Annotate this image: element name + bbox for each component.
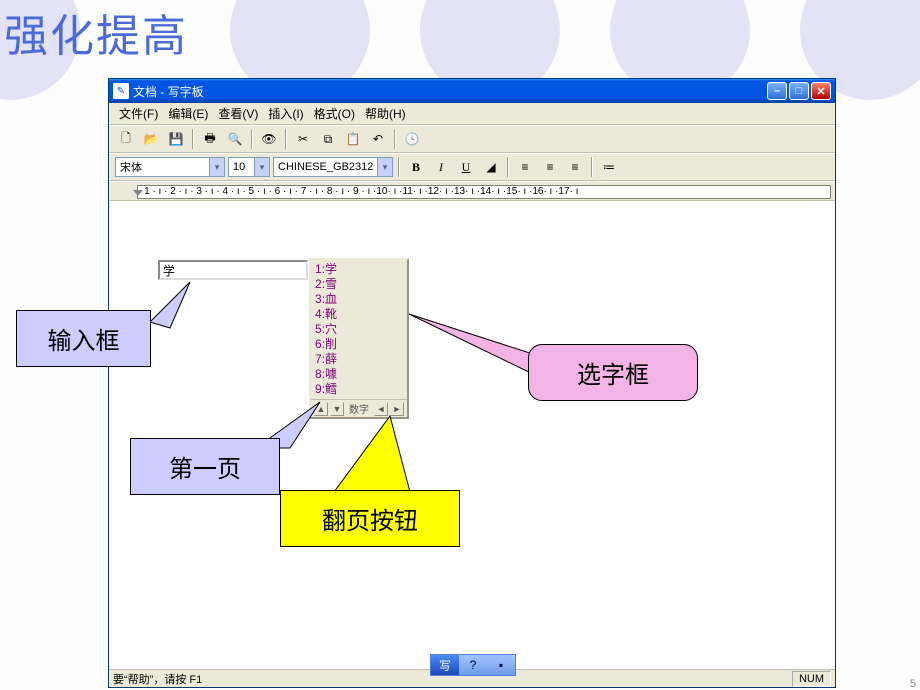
menu-edit[interactable]: 编辑(E) — [164, 103, 212, 124]
app-icon: ✎ — [113, 83, 129, 99]
italic-button[interactable]: I — [430, 156, 452, 178]
slide-number: 5 — [910, 678, 916, 690]
ruler-scale: · 1 · ı · 2 · ı · 3 · ı · 4 · ı · 5 · ı … — [137, 185, 831, 199]
status-help: 要“帮助”，请按 F1 — [113, 671, 202, 687]
menu-format[interactable]: 格式(O) — [310, 103, 359, 124]
paste-button[interactable]: 📋 — [342, 128, 364, 150]
maximize-button[interactable]: □ — [789, 82, 809, 100]
bullets-button[interactable]: ≔ — [598, 156, 620, 178]
candidate-9[interactable]: 9:鳕 — [315, 382, 403, 397]
menu-help[interactable]: 帮助(H) — [361, 103, 410, 124]
open-button[interactable]: 📂 — [140, 128, 162, 150]
slide-title: 强化提高 — [4, 0, 188, 64]
wordpad-window: ✎ 文档 - 写字板 – □ ✕ 文件(F) 编辑(E) 查看(V) 插入(I)… — [108, 78, 836, 688]
window-title: 文档 - 写字板 — [133, 83, 767, 100]
lang-item-1[interactable]: 写 — [431, 655, 459, 675]
candidate-7[interactable]: 7:薛 — [315, 352, 403, 367]
callout-select-box: 选字框 — [528, 344, 698, 401]
titlebar[interactable]: ✎ 文档 - 写字板 – □ ✕ — [109, 79, 835, 103]
find-button[interactable]: 👁 — [258, 128, 280, 150]
save-button[interactable]: 💾 — [165, 128, 187, 150]
align-right-button[interactable]: ≡ — [564, 156, 586, 178]
preview-button[interactable]: 🔍 — [224, 128, 246, 150]
menubar: 文件(F) 编辑(E) 查看(V) 插入(I) 格式(O) 帮助(H) — [109, 103, 835, 125]
chevron-down-icon[interactable]: ▾ — [209, 158, 224, 176]
cut-button[interactable]: ✂ — [292, 128, 314, 150]
datetime-button[interactable]: 🕓 — [401, 128, 423, 150]
format-toolbar: 宋体▾ 10▾ CHINESE_GB2312▾ B I U ◢ ≡ ≡ ≡ ≔ — [109, 153, 835, 181]
copy-button[interactable]: ⧉ — [317, 128, 339, 150]
status-num: NUM — [792, 671, 831, 687]
minimize-button[interactable]: – — [767, 82, 787, 100]
print-button[interactable]: 🖶 — [199, 128, 221, 150]
ruler[interactable]: · 1 · ı · 2 · ı · 3 · ı · 4 · ı · 5 · ı … — [109, 181, 835, 201]
lang-item-3[interactable]: ▪ — [487, 655, 515, 675]
candidate-2[interactable]: 2:雪 — [315, 277, 403, 292]
callout-page1: 第一页 — [130, 438, 280, 495]
chevron-down-icon[interactable]: ▾ — [377, 158, 392, 176]
font-select[interactable]: 宋体▾ — [115, 157, 225, 177]
callout-input-box: 输入框 — [16, 310, 151, 367]
lang-item-2[interactable]: ? — [459, 655, 487, 675]
menu-insert[interactable]: 插入(I) — [264, 103, 307, 124]
language-bar[interactable]: 写 ? ▪ — [430, 654, 516, 676]
ime-input-box[interactable]: 学 — [158, 260, 308, 280]
script-select[interactable]: CHINESE_GB2312▾ — [273, 157, 393, 177]
align-left-button[interactable]: ≡ — [514, 156, 536, 178]
size-select[interactable]: 10▾ — [228, 157, 270, 177]
ruler-tab-icon[interactable] — [133, 190, 143, 196]
close-button[interactable]: ✕ — [811, 82, 831, 100]
chevron-down-icon[interactable]: ▾ — [254, 158, 269, 176]
menu-view[interactable]: 查看(V) — [214, 103, 262, 124]
callout-pager-buttons: 翻页按钮 — [280, 490, 460, 547]
candidate-5[interactable]: 5:穴 — [315, 322, 403, 337]
candidate-4[interactable]: 4:靴 — [315, 307, 403, 322]
bold-button[interactable]: B — [405, 156, 427, 178]
align-center-button[interactable]: ≡ — [539, 156, 561, 178]
new-button[interactable]: 🗋 — [115, 128, 137, 150]
menu-file[interactable]: 文件(F) — [115, 103, 162, 124]
underline-button[interactable]: U — [455, 156, 477, 178]
candidate-6[interactable]: 6:削 — [315, 337, 403, 352]
candidate-3[interactable]: 3:血 — [315, 292, 403, 307]
candidate-8[interactable]: 8:噱 — [315, 367, 403, 382]
undo-button[interactable]: ↶ — [367, 128, 389, 150]
color-button[interactable]: ◢ — [480, 156, 502, 178]
standard-toolbar: 🗋 📂 💾 🖶 🔍 👁 ✂ ⧉ 📋 ↶ 🕓 — [109, 125, 835, 153]
candidate-1[interactable]: 1:学 — [315, 262, 403, 277]
ime-candidate-window[interactable]: 1:学 2:雪 3:血 4:靴 5:穴 6:削 7:薛 8:噱 9:鳕 ▲▼ 数… — [309, 258, 409, 419]
